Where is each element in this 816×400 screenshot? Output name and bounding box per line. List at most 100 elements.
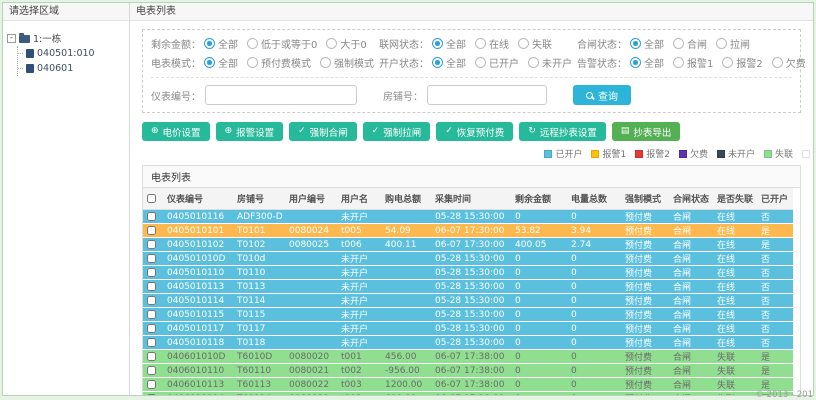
cell: 3.94 (567, 223, 621, 238)
tree-expander-icon[interactable]: - (7, 33, 16, 43)
column-header: 购电总额 (381, 188, 431, 210)
cell: 05-28 15:30:00 (431, 335, 511, 350)
radio-option[interactable]: 合闸 (673, 36, 707, 51)
row-checkbox[interactable] (147, 309, 156, 319)
radio-option[interactable]: 报警2 (722, 55, 763, 70)
search-button[interactable]: 查询 (573, 85, 631, 105)
radio-option[interactable]: 全部 (432, 55, 466, 70)
radio-icon (247, 57, 258, 68)
table-header-row: 仪表编号 房铺号 用户编号 用户名 购电总额 采集时间 剩余金额 电量总数 强制模式 合闸状态 是否… (143, 188, 793, 210)
export-reading-button[interactable]: ▤ 抄表导出 (611, 122, 681, 141)
radio-icon (716, 38, 727, 49)
cell: 未开户 (337, 321, 381, 336)
legend-color-swatch (716, 149, 725, 158)
radio-option[interactable]: 全部 (204, 55, 238, 70)
cell: 合闸 (669, 265, 713, 280)
meter-no-label: 仪表编号： (151, 91, 201, 103)
force-close-button[interactable]: ✓ 强制合闸 (289, 122, 357, 141)
filter-group-label: 剩余金额： (151, 40, 201, 51)
cell: 0405010115 (163, 307, 233, 322)
row-checkbox[interactable] (147, 211, 156, 221)
restore-prepaid-button-icon: ✓ (445, 126, 453, 136)
cell: 合闸 (669, 349, 713, 364)
restore-prepaid-button[interactable]: ✓ 恢复预付费 (436, 122, 514, 141)
radio-icon (432, 57, 443, 68)
room-no-input[interactable] (427, 85, 547, 105)
main-panel: 电表列表 剩余金额： 全部 低于或等于0 大于0 联网状态： 全部 在线 失联 合闸状态： 全部合… (130, 3, 813, 395)
select-all-checkbox[interactable] (147, 193, 156, 203)
radio-option[interactable]: 失联 (518, 36, 552, 51)
cell: 合闸 (669, 209, 713, 224)
row-checkbox[interactable] (147, 365, 156, 375)
table-row: 040601010D T6010D 0080020 t001 456.00 06-07 1… (143, 349, 793, 364)
row-checkbox[interactable] (147, 225, 156, 235)
cell (285, 321, 337, 336)
row-checkbox[interactable] (147, 253, 156, 263)
cell: ADF300-D 3 (233, 209, 285, 224)
region-sidebar: 请选择区域 - 1:一栋 040501:010 040601 (3, 3, 130, 395)
row-checkbox[interactable] (147, 379, 156, 389)
radio-icon (475, 57, 486, 68)
radio-option[interactable]: 大于0 (326, 36, 367, 51)
row-checkbox[interactable] (147, 323, 156, 333)
cell: 预付费 (621, 321, 669, 336)
radio-option[interactable]: 全部 (630, 55, 664, 70)
radio-option[interactable]: 强制模式 (320, 55, 374, 70)
row-checkbox[interactable] (147, 239, 156, 249)
table-row: 0405010101 T0101 0080024 t005 54.09 06-07 17:… (143, 223, 793, 238)
price-setting-button[interactable]: ⊕ 电价设置 (142, 122, 210, 141)
cell: 06-07 17:38:00 (431, 349, 511, 364)
force-close-button-label: 强制合闸 (309, 127, 348, 139)
cell: T0102 (233, 237, 285, 252)
radio-option[interactable]: 未开户 (528, 55, 572, 70)
row-checkbox[interactable] (147, 337, 156, 347)
cell: 05-28 15:30:00 (431, 251, 511, 266)
table-row: 0405010102 T0102 0080025 t006 400.11 06-07 17… (143, 237, 793, 252)
row-select-cell (143, 391, 163, 395)
tree-node[interactable]: 040501:010 (18, 46, 125, 61)
table-row: 0405010113 T0113 未开户 05-28 15:30:00 0 0 预付费 合闸在… (143, 279, 793, 294)
cell: 0 (511, 265, 567, 280)
cell: 预付费 (621, 279, 669, 294)
meter-no-input[interactable] (205, 85, 357, 105)
table-scroll-area[interactable]: 仪表编号 房铺号 用户编号 用户名 购电总额 采集时间 剩余金额 电量总数 强制模式 合闸状态 是否… (143, 188, 800, 395)
filter-row-2: 电表模式： 全部 预付费模式 强制模式 开户状态： 全部 已开户 未开户 告警状态： 全部 报警1 报… (151, 53, 806, 72)
cell: 合闸 (669, 321, 713, 336)
filter-group-label: 开户状态： (379, 59, 429, 70)
row-checkbox[interactable] (147, 267, 156, 277)
cell: 05-28 15:30:00 (431, 265, 511, 280)
cell: 0 (511, 279, 567, 294)
cell: T0113 (233, 279, 285, 294)
cell: 0 (511, 363, 567, 378)
row-checkbox[interactable] (147, 281, 156, 291)
radio-option[interactable]: 全部 (432, 36, 466, 51)
radio-option[interactable]: 报警1 (673, 55, 713, 70)
table-row: 0405010110 T0110 未开户 05-28 15:30:00 0 0 预付费 合闸在… (143, 265, 793, 280)
force-open-button[interactable]: ✓ 强制拉闸 (362, 122, 431, 141)
cell: 0 (567, 377, 621, 392)
radio-option[interactable]: 欠费 (771, 55, 806, 70)
cell: 0405010102 (163, 237, 233, 252)
cell: 在线 (713, 223, 757, 238)
alarm-setting-button[interactable]: ⊕ 报警设置 (215, 122, 284, 141)
cell: 05-28 15:30:00 (431, 209, 511, 224)
row-checkbox[interactable] (147, 295, 156, 305)
radio-option[interactable]: 全部 (204, 36, 238, 51)
radio-option[interactable]: 拉闸 (716, 36, 750, 51)
radio-option[interactable]: 已开户 (475, 55, 519, 70)
sidebar-title: 请选择区域 (3, 3, 129, 21)
cell: 预付费 (621, 265, 669, 280)
tree-root-node[interactable]: - 1:一栋 (7, 30, 125, 46)
row-select-cell (143, 377, 163, 392)
tree-node[interactable]: 040601 (18, 61, 125, 76)
radio-option[interactable]: 低于或等于0 (247, 36, 317, 51)
remote-reading-button[interactable]: ↻ 远程抄表设置 (519, 122, 606, 141)
row-checkbox[interactable] (147, 393, 156, 395)
cell: 54.09 (381, 223, 431, 238)
radio-option[interactable]: 全部 (630, 36, 664, 51)
row-checkbox[interactable] (147, 351, 156, 361)
cell: 预付费 (621, 377, 669, 392)
radio-option[interactable]: 在线 (475, 36, 509, 51)
cell: T0110 (233, 265, 285, 280)
radio-option[interactable]: 预付费模式 (247, 55, 311, 70)
